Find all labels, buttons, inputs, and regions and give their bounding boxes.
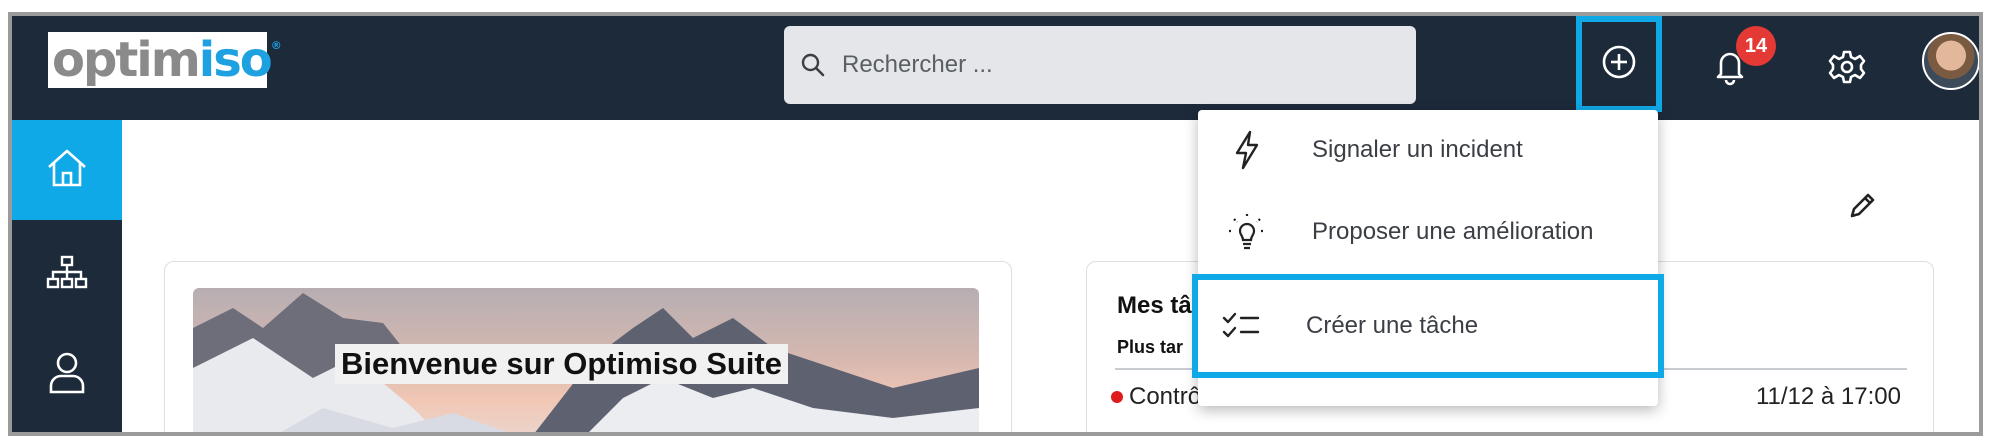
sidebar-item-organization[interactable] [12,224,122,324]
overdue-status-dot [1111,391,1123,403]
org-chart-icon [45,254,89,295]
edit-dashboard-button[interactable] [1846,190,1878,222]
menu-item-label: Proposer une amélioration [1312,218,1594,245]
logo-text-iso: iso [198,32,273,88]
welcome-card: Bienvenue sur Optimiso Suite [164,261,1012,432]
menu-item-label: Signaler un incident [1312,136,1523,163]
bell-icon [1712,52,1748,90]
pencil-icon [1846,193,1878,226]
plus-circle-icon [1600,43,1638,86]
checklist-icon [1220,305,1262,347]
menu-item-label: Créer une tâche [1306,312,1479,339]
task-due-date: 11/12 à 17:00 [1755,383,1901,410]
welcome-title: Bienvenue sur Optimiso Suite [335,344,788,384]
tasks-section-heading: Plus tar [1117,337,1184,357]
logo-text-optim: optim [52,32,201,88]
home-icon [45,147,89,194]
notification-count-badge: 14 [1736,26,1776,66]
user-icon [47,350,87,399]
lightning-icon [1226,129,1268,171]
sidebar-item-profile[interactable] [12,324,122,424]
optimiso-logo[interactable]: optim iso ® [48,32,282,88]
user-avatar[interactable] [1922,32,1979,90]
logo-registered-mark: ® [270,39,282,52]
settings-button[interactable] [1828,48,1866,86]
tasks-card-title: Mes tâ [1117,292,1192,319]
top-navbar: optim iso ® Rechercher ... 14 [12,16,1979,120]
search-icon [800,50,830,80]
add-button[interactable] [1576,16,1662,112]
welcome-banner-image: Bienvenue sur Optimiso Suite [193,288,979,432]
search-input[interactable]: Rechercher ... [784,26,1416,104]
menu-item-create-task[interactable]: Créer une tâche [1192,274,1664,378]
menu-item-report-incident[interactable]: Signaler un incident [1198,110,1658,190]
sidebar-item-home[interactable] [12,120,122,220]
app-window: optim iso ® Rechercher ... 14 Bienvenue … [8,12,1983,436]
menu-item-propose-improvement[interactable]: Proposer une amélioration [1198,192,1658,272]
search-placeholder: Rechercher ... [842,51,993,78]
quick-add-menu: Signaler un incident Proposer une amélio… [1192,110,1664,406]
sidebar [12,120,122,432]
gear-icon [1828,50,1866,90]
lightbulb-icon [1226,211,1268,253]
